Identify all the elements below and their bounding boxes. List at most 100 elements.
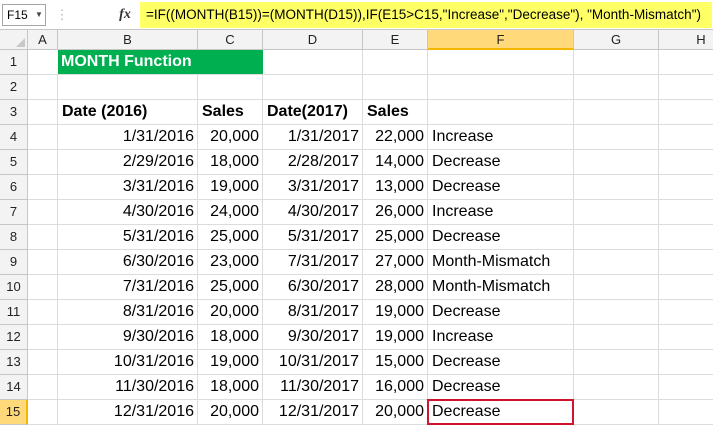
cell-f13[interactable]: Decrease bbox=[428, 350, 574, 375]
cell-h6[interactable] bbox=[659, 175, 713, 200]
row-header-6[interactable]: 6 bbox=[0, 175, 28, 200]
row-header-1[interactable]: 1 bbox=[0, 50, 28, 75]
cell-h8[interactable] bbox=[659, 225, 713, 250]
cell-c8[interactable]: 25,000 bbox=[198, 225, 263, 250]
cell-a10[interactable] bbox=[28, 275, 58, 300]
column-header-c[interactable]: C bbox=[198, 30, 263, 50]
cell-f4[interactable]: Increase bbox=[428, 125, 574, 150]
cell-a8[interactable] bbox=[28, 225, 58, 250]
formula-input[interactable]: =IF((MONTH(B15))=(MONTH(D15)),IF(E15>C15… bbox=[140, 2, 712, 28]
row-header-12[interactable]: 12 bbox=[0, 325, 28, 350]
cell-a13[interactable] bbox=[28, 350, 58, 375]
cell-f5[interactable]: Decrease bbox=[428, 150, 574, 175]
formula-bar-grip-icon[interactable] bbox=[52, 5, 72, 25]
cell-e15[interactable]: 20,000 bbox=[363, 400, 428, 425]
cell-b5[interactable]: 2/29/2016 bbox=[58, 150, 198, 175]
cell-c7[interactable]: 24,000 bbox=[198, 200, 263, 225]
row-header-2[interactable]: 2 bbox=[0, 75, 28, 100]
header-cell-c[interactable]: Sales bbox=[198, 100, 263, 125]
cell-h3[interactable] bbox=[659, 100, 713, 125]
cell-b12[interactable]: 9/30/2016 bbox=[58, 325, 198, 350]
cell-d2[interactable] bbox=[263, 75, 363, 100]
cell-e10[interactable]: 28,000 bbox=[363, 275, 428, 300]
cell-b14[interactable]: 11/30/2016 bbox=[58, 375, 198, 400]
cell-e6[interactable]: 13,000 bbox=[363, 175, 428, 200]
cell-d13[interactable]: 10/31/2017 bbox=[263, 350, 363, 375]
header-cell-e[interactable]: Sales bbox=[363, 100, 428, 125]
cell-b4[interactable]: 1/31/2016 bbox=[58, 125, 198, 150]
cell-e9[interactable]: 27,000 bbox=[363, 250, 428, 275]
cell-d5[interactable]: 2/28/2017 bbox=[263, 150, 363, 175]
cell-f2[interactable] bbox=[428, 75, 574, 100]
cell-g2[interactable] bbox=[574, 75, 659, 100]
cell-f1[interactable] bbox=[428, 50, 574, 75]
cell-f8[interactable]: Decrease bbox=[428, 225, 574, 250]
cell-d10[interactable]: 6/30/2017 bbox=[263, 275, 363, 300]
cell-f12[interactable]: Increase bbox=[428, 325, 574, 350]
cell-f10[interactable]: Month-Mismatch bbox=[428, 275, 574, 300]
cell-a2[interactable] bbox=[28, 75, 58, 100]
cell-f11[interactable]: Decrease bbox=[428, 300, 574, 325]
cell-c5[interactable]: 18,000 bbox=[198, 150, 263, 175]
cell-g14[interactable] bbox=[574, 375, 659, 400]
column-header-a[interactable]: A bbox=[28, 30, 58, 50]
cell-h4[interactable] bbox=[659, 125, 713, 150]
cell-f3[interactable] bbox=[428, 100, 574, 125]
cell-b13[interactable]: 10/31/2016 bbox=[58, 350, 198, 375]
cell-f15[interactable]: Decrease bbox=[428, 400, 574, 425]
cell-a3[interactable] bbox=[28, 100, 58, 125]
cell-e11[interactable]: 19,000 bbox=[363, 300, 428, 325]
row-header-7[interactable]: 7 bbox=[0, 200, 28, 225]
cell-h5[interactable] bbox=[659, 150, 713, 175]
cell-g10[interactable] bbox=[574, 275, 659, 300]
cell-e13[interactable]: 15,000 bbox=[363, 350, 428, 375]
title-cell[interactable]: MONTH Function bbox=[58, 50, 263, 75]
cell-h14[interactable] bbox=[659, 375, 713, 400]
header-cell-d[interactable]: Date(2017) bbox=[263, 100, 363, 125]
cell-b7[interactable]: 4/30/2016 bbox=[58, 200, 198, 225]
cell-c9[interactable]: 23,000 bbox=[198, 250, 263, 275]
row-header-10[interactable]: 10 bbox=[0, 275, 28, 300]
cell-g9[interactable] bbox=[574, 250, 659, 275]
cell-c4[interactable]: 20,000 bbox=[198, 125, 263, 150]
cell-a15[interactable] bbox=[28, 400, 58, 425]
column-header-b[interactable]: B bbox=[58, 30, 198, 50]
cell-c12[interactable]: 18,000 bbox=[198, 325, 263, 350]
row-header-8[interactable]: 8 bbox=[0, 225, 28, 250]
cell-h1[interactable] bbox=[659, 50, 713, 75]
cell-e7[interactable]: 26,000 bbox=[363, 200, 428, 225]
cell-d8[interactable]: 5/31/2017 bbox=[263, 225, 363, 250]
cell-d1[interactable] bbox=[263, 50, 363, 75]
column-header-f[interactable]: F bbox=[428, 30, 574, 50]
cell-e2[interactable] bbox=[363, 75, 428, 100]
cell-a4[interactable] bbox=[28, 125, 58, 150]
name-box-dropdown-icon[interactable]: ▼ bbox=[33, 4, 45, 26]
column-header-e[interactable]: E bbox=[363, 30, 428, 50]
cell-a5[interactable] bbox=[28, 150, 58, 175]
cell-b2[interactable] bbox=[58, 75, 198, 100]
cell-e5[interactable]: 14,000 bbox=[363, 150, 428, 175]
row-header-11[interactable]: 11 bbox=[0, 300, 28, 325]
cell-e4[interactable]: 22,000 bbox=[363, 125, 428, 150]
cell-d7[interactable]: 4/30/2017 bbox=[263, 200, 363, 225]
column-header-h[interactable]: H bbox=[659, 30, 713, 50]
row-header-13[interactable]: 13 bbox=[0, 350, 28, 375]
cell-b11[interactable]: 8/31/2016 bbox=[58, 300, 198, 325]
cell-c2[interactable] bbox=[198, 75, 263, 100]
cell-h11[interactable] bbox=[659, 300, 713, 325]
cell-b15[interactable]: 12/31/2016 bbox=[58, 400, 198, 425]
cell-d15[interactable]: 12/31/2017 bbox=[263, 400, 363, 425]
cell-d9[interactable]: 7/31/2017 bbox=[263, 250, 363, 275]
cell-b10[interactable]: 7/31/2016 bbox=[58, 275, 198, 300]
cell-a12[interactable] bbox=[28, 325, 58, 350]
cell-f7[interactable]: Increase bbox=[428, 200, 574, 225]
cell-h13[interactable] bbox=[659, 350, 713, 375]
cell-a7[interactable] bbox=[28, 200, 58, 225]
cell-g12[interactable] bbox=[574, 325, 659, 350]
cell-g6[interactable] bbox=[574, 175, 659, 200]
row-header-14[interactable]: 14 bbox=[0, 375, 28, 400]
row-header-5[interactable]: 5 bbox=[0, 150, 28, 175]
row-header-3[interactable]: 3 bbox=[0, 100, 28, 125]
cell-a1[interactable] bbox=[28, 50, 58, 75]
cell-c15[interactable]: 20,000 bbox=[198, 400, 263, 425]
